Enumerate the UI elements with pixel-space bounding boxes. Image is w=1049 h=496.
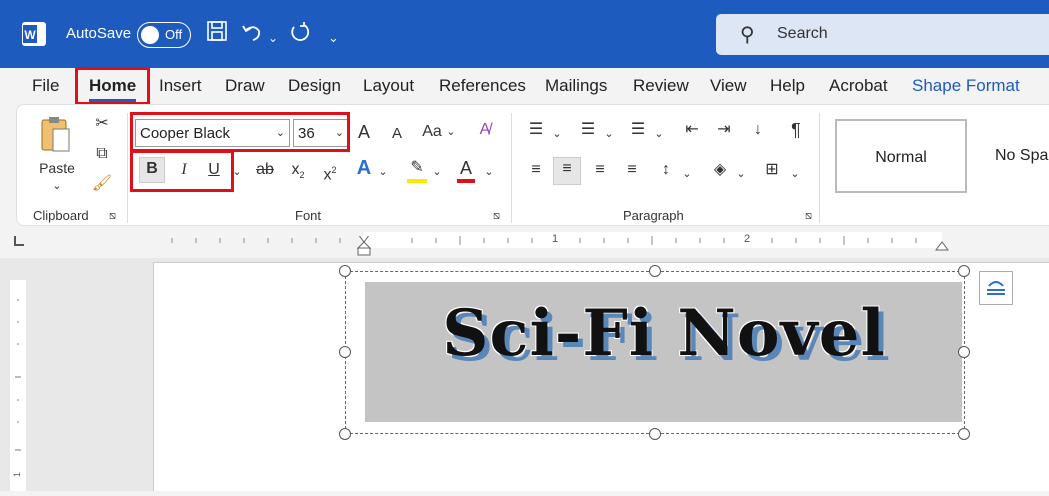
cut-icon[interactable]: ✂ (91, 113, 113, 135)
autosave-state: Off (165, 27, 183, 42)
tab-draw[interactable]: Draw (225, 76, 265, 96)
chevron-down-icon[interactable]: ⌄ (377, 161, 389, 183)
word-icon: W (22, 22, 46, 46)
paste-dropdown-icon[interactable]: ⌄ (49, 175, 65, 197)
change-case-button[interactable]: Aa (419, 121, 445, 143)
separator (511, 113, 512, 223)
resize-handle-top-right[interactable] (958, 265, 970, 277)
tab-insert[interactable]: Insert (159, 76, 202, 96)
tab-references[interactable]: References (439, 76, 526, 96)
style-normal[interactable]: Normal (835, 119, 967, 193)
resize-handle-bottom[interactable] (649, 428, 661, 440)
search-box[interactable]: ⚲ Search (716, 14, 1049, 55)
highlight-icon[interactable]: ✎ (405, 157, 429, 183)
autosave-label: AutoSave (66, 25, 132, 42)
tab-shape-format[interactable]: Shape Format (912, 76, 1020, 96)
resize-handle-top[interactable] (649, 265, 661, 277)
superscript-button[interactable]: x2 (319, 159, 341, 186)
align-left-icon[interactable]: ≡ (525, 159, 547, 181)
customize-icon[interactable]: ⌄ (328, 24, 339, 52)
tab-view[interactable]: View (710, 76, 747, 96)
tab-acrobat[interactable]: Acrobat (829, 76, 888, 96)
undo-icon[interactable] (240, 20, 264, 51)
paragraph-launcher-icon[interactable]: ⧅ (805, 205, 812, 227)
tab-layout[interactable]: Layout (363, 76, 414, 96)
subscript-button[interactable]: x2 (287, 159, 309, 186)
shrink-font-button[interactable]: A (387, 123, 407, 145)
grow-font-button[interactable]: A (353, 121, 375, 143)
resize-handle-bottom-left[interactable] (339, 428, 351, 440)
copy-icon[interactable]: ⧉ (91, 143, 113, 165)
resize-handle-top-left[interactable] (339, 265, 351, 277)
resize-handle-bottom-right[interactable] (958, 428, 970, 440)
sort-icon[interactable]: ↓ (747, 119, 769, 141)
layout-options-icon[interactable] (979, 271, 1013, 305)
tab-design[interactable]: Design (288, 76, 341, 96)
wordart-text[interactable]: Sci-Fi Novel (366, 296, 962, 371)
title-bar: W AutoSave Off ⌄ ⌄ ⚲ Search (0, 0, 1049, 68)
separator (127, 113, 128, 223)
ruler-ticks (171, 236, 949, 256)
redo-icon[interactable] (288, 20, 312, 51)
chevron-down-icon[interactable]: ⌄ (483, 161, 495, 183)
decrease-indent-icon[interactable]: ⇤ (681, 119, 703, 141)
numbering-icon[interactable]: ☰ (577, 119, 599, 141)
search-placeholder: Search (777, 25, 828, 42)
home-tab-highlight (75, 67, 150, 105)
align-center-icon[interactable]: ≡ (553, 157, 581, 185)
align-right-icon[interactable]: ≡ (589, 159, 611, 181)
justify-icon[interactable]: ≡ (621, 159, 643, 181)
chevron-down-icon[interactable]: ⌄ (431, 161, 443, 183)
strikethrough-button[interactable]: ab (253, 159, 277, 181)
chevron-down-icon[interactable]: ⌄ (735, 163, 747, 185)
tab-file[interactable]: File (32, 76, 59, 96)
clear-formatting-icon[interactable]: A̸ (473, 119, 497, 141)
chevron-down-icon[interactable]: ⌄ (789, 163, 801, 185)
format-painter-icon[interactable]: 🖌 (91, 173, 113, 195)
resize-handle-right[interactable] (958, 346, 970, 358)
clipboard-group-label: Clipboard (33, 208, 89, 223)
chevron-down-icon[interactable]: ⌄ (653, 123, 665, 145)
chevron-down-icon[interactable]: ⌄ (551, 123, 563, 145)
multilevel-list-icon[interactable]: ☰ (627, 119, 649, 141)
undo-dropdown-icon[interactable]: ⌄ (268, 24, 278, 52)
tab-selector-icon[interactable] (14, 236, 24, 246)
paste-icon[interactable] (39, 115, 73, 153)
show-formatting-icon[interactable]: ¶ (785, 119, 807, 141)
paragraph-group-label: Paragraph (623, 208, 684, 223)
tab-review[interactable]: Review (633, 76, 689, 96)
autosave-toggle[interactable]: Off (137, 22, 191, 48)
font-color-button[interactable]: A (455, 157, 477, 183)
save-icon[interactable] (206, 20, 228, 49)
chevron-down-icon[interactable]: ⌄ (445, 121, 457, 143)
ruler-number: 1 (552, 233, 559, 245)
font-launcher-icon[interactable]: ⧅ (493, 205, 500, 227)
vertical-ruler[interactable]: 1 (10, 280, 26, 491)
borders-icon[interactable]: ⊞ (761, 159, 783, 181)
ribbon-tabs: File Home Insert Draw Design Layout Refe… (0, 68, 1049, 102)
font-group-label: Font (295, 208, 322, 223)
shading-icon[interactable]: ◈ (709, 159, 731, 181)
search-icon: ⚲ (740, 24, 755, 46)
ruler-number: 2 (744, 233, 751, 245)
chevron-down-icon[interactable]: ⌄ (603, 123, 615, 145)
font-controls-highlight (130, 112, 350, 152)
style-no-spacing[interactable]: No Spa (969, 119, 1049, 193)
bold-italic-underline-highlight (130, 150, 234, 192)
svg-text:1: 1 (12, 472, 22, 477)
text-effects-button[interactable]: A (353, 157, 375, 179)
increase-indent-icon[interactable]: ⇥ (713, 119, 735, 141)
tab-help[interactable]: Help (770, 76, 805, 96)
resize-handle-left[interactable] (339, 346, 351, 358)
chevron-down-icon[interactable]: ⌄ (681, 163, 693, 185)
line-spacing-icon[interactable]: ↕ (655, 159, 677, 181)
bullets-icon[interactable]: ☰ (525, 119, 547, 141)
separator (819, 113, 820, 223)
tab-mailings[interactable]: Mailings (545, 76, 607, 96)
clipboard-launcher-icon[interactable]: ⧅ (109, 205, 116, 227)
toggle-knob (141, 26, 159, 44)
